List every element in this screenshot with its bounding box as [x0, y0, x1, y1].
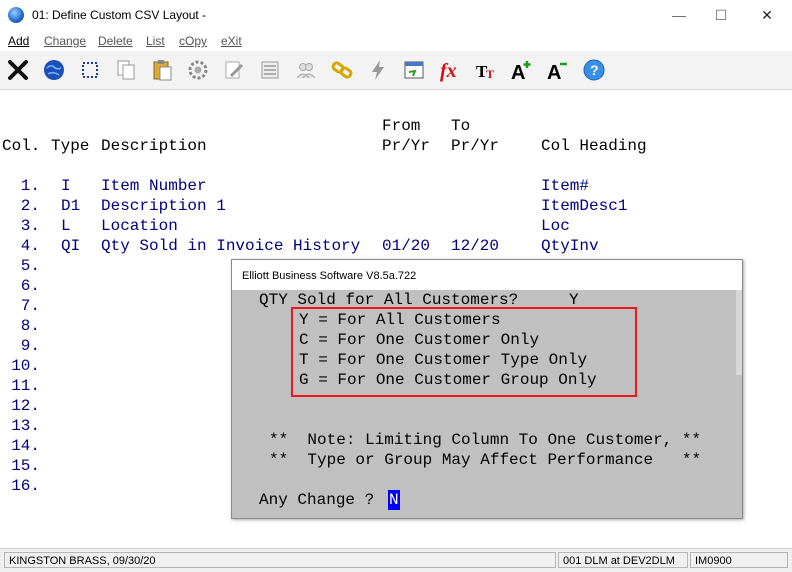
- dialog-title-bar: Elliott Business Software V8.5a.722: [232, 260, 742, 290]
- text-size-icon[interactable]: TT: [472, 56, 500, 84]
- row-number: 1.: [20, 177, 40, 195]
- row-description[interactable]: Item Number: [101, 176, 207, 196]
- list-icon[interactable]: [256, 56, 284, 84]
- row-number: 15.: [11, 457, 40, 475]
- row-number: 6.: [20, 277, 40, 295]
- qty-sold-dialog: Elliott Business Software V8.5a.722 QTY …: [231, 259, 743, 519]
- dialog-note-line1: ** Note: Limiting Column To One Customer…: [269, 431, 702, 449]
- app-globe-icon[interactable]: [8, 7, 24, 23]
- globe-icon[interactable]: [40, 56, 68, 84]
- close-x-icon[interactable]: [4, 56, 32, 84]
- header-from-period: Pr/Yr: [382, 137, 431, 155]
- row-number: 8.: [20, 317, 40, 335]
- lightning-icon[interactable]: [364, 56, 392, 84]
- header-description: Description: [101, 137, 207, 155]
- option-one-customer: C = For One Customer Only: [299, 331, 540, 349]
- header-col-heading: Col Heading: [541, 137, 647, 155]
- wizard-icon[interactable]: [400, 56, 428, 84]
- row-type[interactable]: QI: [61, 236, 80, 256]
- window-title: 01: Define Custom CSV Layout -: [32, 8, 207, 22]
- settings-icon[interactable]: [184, 56, 212, 84]
- row-col-heading[interactable]: QtyInv: [541, 236, 599, 256]
- row-description[interactable]: Qty Sold in Invoice History: [101, 236, 360, 256]
- row-col-heading[interactable]: Loc: [541, 216, 570, 236]
- option-customer-group: G = For One Customer Group Only: [299, 371, 597, 389]
- svg-text:T: T: [486, 67, 494, 81]
- menu-exit[interactable]: eXit: [221, 34, 242, 48]
- close-button[interactable]: ✕: [756, 6, 778, 24]
- dialog-note-line2: ** Type or Group May Affect Performance …: [269, 451, 702, 469]
- svg-text:?: ?: [590, 62, 599, 78]
- row-col-heading[interactable]: Item#: [541, 176, 589, 196]
- row-number: 5.: [20, 257, 40, 275]
- header-col: Col.: [2, 137, 41, 155]
- option-all-customers: Y = For All Customers: [299, 311, 501, 329]
- any-change-input[interactable]: N: [388, 490, 400, 510]
- svg-text:A: A: [511, 62, 525, 82]
- dialog-title: Elliott Business Software V8.5a.722: [242, 270, 417, 282]
- row-number: 10.: [11, 357, 40, 375]
- row-number: 16.: [11, 477, 40, 495]
- dialog-body: QTY Sold for All Customers? Y Y = For Al…: [232, 290, 742, 518]
- menu-add[interactable]: Add: [8, 34, 29, 48]
- row-number: 11.: [11, 377, 40, 395]
- option-customer-type: T = For One Customer Type Only: [299, 351, 588, 369]
- svg-text:fx: fx: [440, 60, 457, 82]
- any-change-prompt: Any Change ?: [259, 491, 375, 509]
- row-number: 7.: [20, 297, 40, 315]
- row-number: 13.: [11, 417, 40, 435]
- header-to-period: Pr/Yr: [451, 137, 500, 155]
- row-number: 4.: [20, 237, 40, 255]
- title-bar: 01: Define Custom CSV Layout - — ☐ ✕: [0, 0, 792, 30]
- row-type[interactable]: L: [61, 216, 71, 236]
- help-icon[interactable]: ?: [580, 56, 608, 84]
- row-col-heading[interactable]: ItemDesc1: [541, 196, 627, 216]
- menu-copy[interactable]: cOpy: [179, 34, 207, 48]
- menu-list[interactable]: List: [146, 34, 165, 48]
- edit-icon[interactable]: [220, 56, 248, 84]
- header-to: To: [451, 117, 471, 135]
- row-to[interactable]: 12/20: [451, 236, 499, 256]
- minimize-button[interactable]: —: [668, 6, 690, 24]
- link-icon[interactable]: [328, 56, 356, 84]
- menu-delete[interactable]: Delete: [98, 34, 133, 48]
- row-description[interactable]: Location: [101, 216, 178, 236]
- function-fx-icon[interactable]: fx: [436, 56, 464, 84]
- row-from[interactable]: 01/20: [382, 236, 430, 256]
- svg-text:A: A: [547, 62, 561, 82]
- status-session: 001 DLM at DEV2DLM: [558, 552, 688, 568]
- font-increase-icon[interactable]: A: [508, 56, 536, 84]
- menu-change[interactable]: Change: [44, 34, 86, 48]
- copy-icon[interactable]: [112, 56, 140, 84]
- select-icon[interactable]: [76, 56, 104, 84]
- status-program: IM0900: [690, 552, 788, 568]
- row-number: 9.: [20, 337, 40, 355]
- row-type[interactable]: I: [61, 176, 71, 196]
- row-description[interactable]: Description 1: [101, 196, 226, 216]
- dialog-scrollbar[interactable]: [736, 290, 742, 375]
- users-icon[interactable]: [292, 56, 320, 84]
- status-company-date: KINGSTON BRASS, 09/30/20: [4, 552, 556, 568]
- status-bar: KINGSTON BRASS, 09/30/20 001 DLM at DEV2…: [0, 548, 792, 572]
- row-type[interactable]: D1: [61, 196, 80, 216]
- toolbar: fx TT A A ?: [0, 51, 792, 90]
- header-from: From: [382, 117, 421, 135]
- paste-icon[interactable]: [148, 56, 176, 84]
- header-type: Type: [51, 137, 90, 155]
- row-number: 14.: [11, 437, 40, 455]
- font-decrease-icon[interactable]: A: [544, 56, 572, 84]
- row-number: 3.: [20, 217, 40, 235]
- row-number: 2.: [20, 197, 40, 215]
- menu-bar: Add Change Delete List cOpy eXit: [0, 31, 792, 51]
- row-number: 12.: [11, 397, 40, 415]
- maximize-button[interactable]: ☐: [710, 6, 732, 24]
